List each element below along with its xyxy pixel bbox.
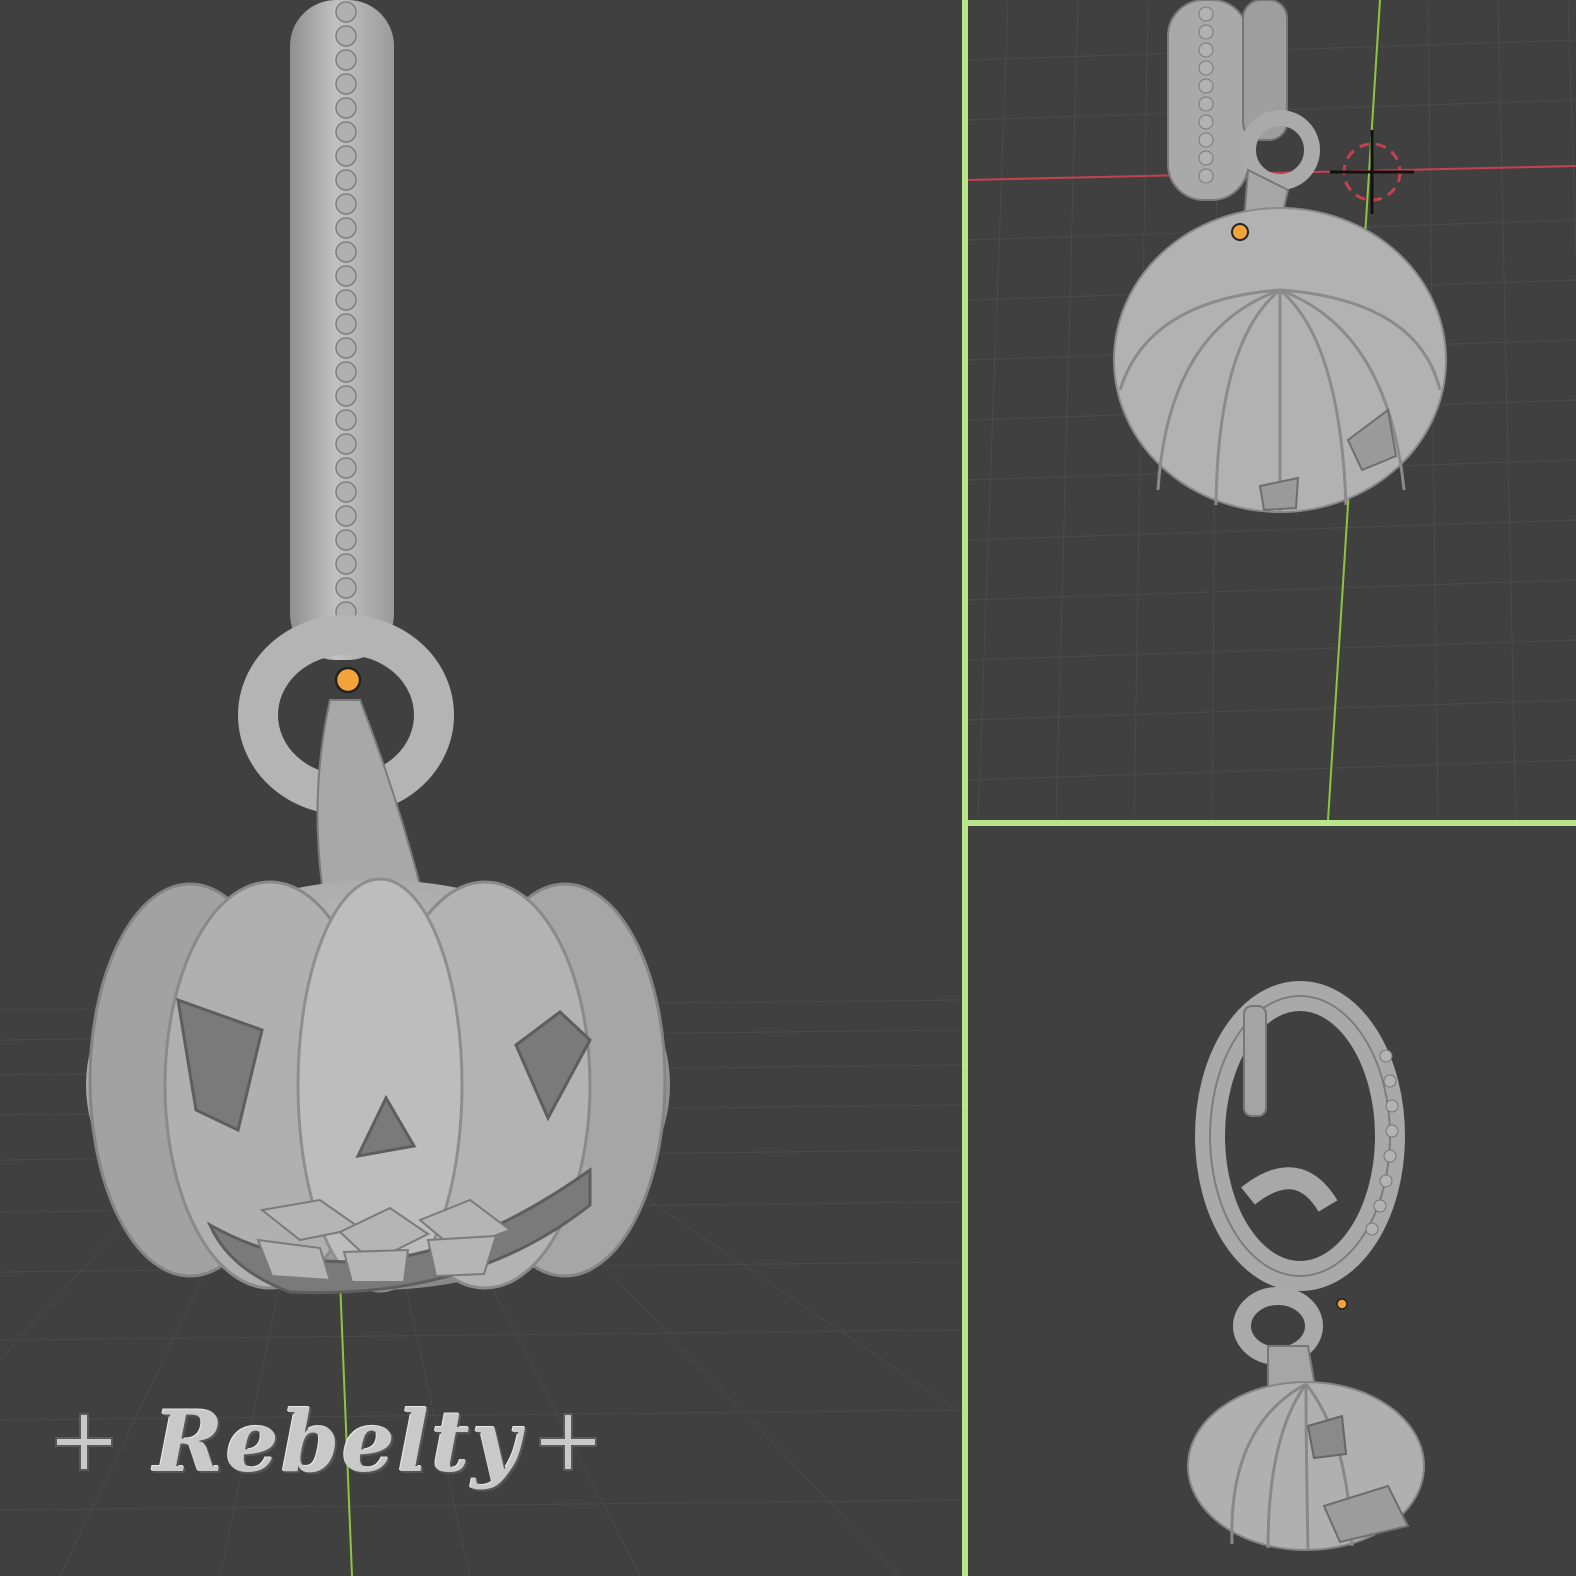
top-scene bbox=[968, 0, 1576, 820]
main-scene bbox=[0, 0, 962, 1576]
main-viewport[interactable]: Rebelty bbox=[0, 0, 962, 1576]
brand-watermark: Rebelty bbox=[52, 1392, 612, 1492]
pumpkin-side-view bbox=[1187, 1381, 1425, 1551]
watermark-text: Rebelty bbox=[153, 1392, 523, 1491]
origin-point bbox=[1231, 223, 1249, 241]
hoop-top-view bbox=[1167, 0, 1320, 201]
pumpkin-top-view bbox=[1113, 207, 1447, 513]
hoop-side-view bbox=[1195, 981, 1405, 1365]
cross-icon bbox=[55, 1413, 113, 1471]
bottom-scene bbox=[1187, 981, 1425, 1551]
cross-icon bbox=[539, 1413, 597, 1471]
origin-point bbox=[334, 666, 362, 694]
origin-point bbox=[1336, 1298, 1348, 1310]
bottom-right-viewport[interactable] bbox=[968, 826, 1576, 1576]
3d-cursor-icon bbox=[1330, 130, 1414, 214]
hoop-bar bbox=[290, 0, 394, 660]
top-right-viewport[interactable] bbox=[968, 0, 1576, 820]
